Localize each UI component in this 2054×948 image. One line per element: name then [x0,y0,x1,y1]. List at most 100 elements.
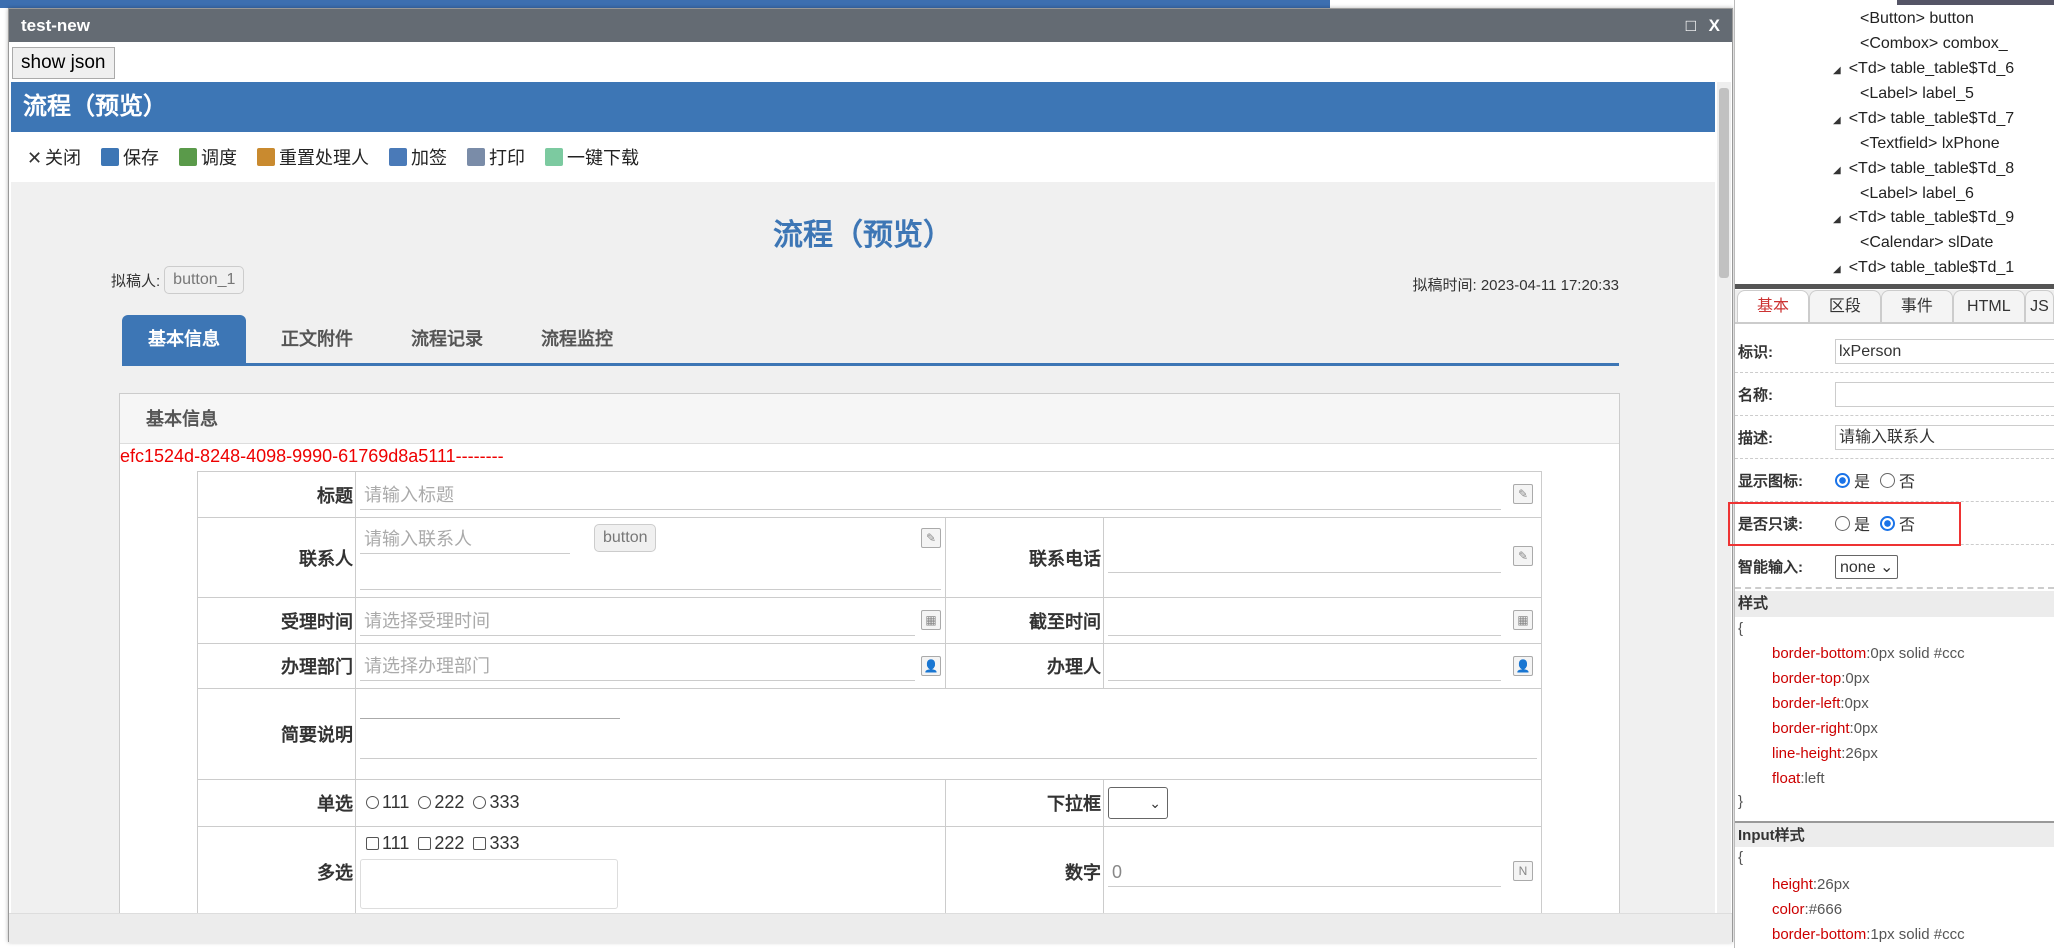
css-property: border-left [1772,695,1841,712]
radio-option[interactable]: 333 [473,792,520,813]
tree-node[interactable]: <Button> button [1860,10,1974,28]
toolbar-button-add-sign[interactable]: 加签 [389,144,447,170]
scrollbar[interactable] [1717,82,1731,913]
expand-triangle-icon[interactable]: ◢ [1833,65,1841,76]
panel-divider[interactable] [1735,284,2054,289]
checkbox-option[interactable]: 111 [366,833,409,854]
dialog-titlebar[interactable]: test-new □ X [9,9,1732,42]
tab-flow-monitor[interactable]: 流程监控 [512,315,642,363]
summary-underline [360,719,1537,759]
checkbox-option-label: 333 [489,833,520,853]
deadline-input[interactable] [1108,606,1501,636]
number-icon[interactable]: N [1513,861,1533,881]
calendar-icon[interactable]: ▦ [1513,610,1533,630]
tab-js[interactable]: JS [2024,290,2054,322]
tree-node[interactable]: <Calendar> slDate [1860,234,1993,252]
tree-node[interactable]: ◢ <Td> table_table$Td_8 [1833,160,2014,178]
edit-icon[interactable]: ✎ [1513,484,1533,504]
checkbox-textarea[interactable] [360,859,618,909]
checkbox[interactable] [473,837,487,850]
contact-input[interactable]: 请输入联系人 [360,524,570,554]
tab-attachments[interactable]: 正文附件 [252,315,382,363]
tree-node-label: <Td> table_table$Td_6 [1848,60,2015,77]
show-icon-no-radio[interactable] [1880,472,1896,488]
tree-node[interactable]: <Combox> combox_ [1860,35,2008,53]
radio-circle[interactable] [418,796,432,809]
prop-name-input[interactable] [1835,381,2054,407]
checkbox-option[interactable]: 222 [418,833,464,854]
accept-time-input[interactable]: 请选择受理时间 [360,606,915,636]
tree-node[interactable]: ◢ <Td> table_table$Td_7 [1833,110,2014,128]
tree-node[interactable]: <Label> label_6 [1860,185,1974,203]
dept-input[interactable]: 请选择办理部门 [360,651,915,681]
toolbar-button-download[interactable]: 一键下载 [545,144,639,170]
tab-flow-record[interactable]: 流程记录 [382,315,512,363]
tree-node[interactable]: <Label> label_5 [1860,85,1974,103]
smart-input-value: none [1840,558,1876,576]
person-icon[interactable]: 👤 [921,656,941,676]
css-value: 26px [1845,745,1878,762]
checkbox-option-label: 111 [382,833,410,853]
prop-id-input[interactable]: lxPerson [1835,338,2054,364]
expand-triangle-icon[interactable]: ◢ [1833,115,1841,126]
close-icon: ✕ [27,148,43,168]
radio-option[interactable]: 222 [418,792,464,813]
css-property: line-height [1772,745,1842,762]
calendar-icon[interactable]: ▦ [921,610,941,630]
tree-node[interactable]: ◢ <Td> table_table$Td_1 [1833,259,2014,277]
show-json-button[interactable]: show json [12,47,115,79]
css-declaration: float:left [1772,770,1825,787]
toolbar-button-close[interactable]: ✕ 关闭 [27,144,81,170]
dropdown-select[interactable]: ⌄ [1108,787,1168,819]
checkbox[interactable] [366,837,379,850]
toolbar-button-print[interactable]: 打印 [467,144,525,170]
tab-html[interactable]: HTML [1952,290,2025,322]
record-uuid: efc1524d-8248-4098-9990-61769d8a5111----… [120,446,504,466]
radio-circle[interactable] [366,796,379,809]
expand-triangle-icon[interactable]: ◢ [1833,264,1841,275]
drafter-button[interactable]: button_1 [164,266,245,294]
radio-label: 是 [1854,474,1871,491]
content-area: 流程（预览） 拟稿人: button_1 拟稿时间: 2023-04-11 17… [11,182,1715,913]
maximize-icon[interactable]: □ [1686,9,1696,42]
contact-input-line[interactable] [360,560,941,590]
toolbar-button-save[interactable]: 保存 [101,144,159,170]
handler-input[interactable] [1108,651,1501,681]
edit-icon[interactable]: ✎ [921,528,941,548]
summary-textarea[interactable] [360,689,620,719]
edit-icon[interactable]: ✎ [1513,546,1533,566]
tree-node[interactable]: ◢ <Td> table_table$Td_6 [1833,60,2014,78]
checkbox[interactable] [418,837,432,850]
tab-section[interactable]: 区段 [1808,290,1881,322]
tree-node[interactable]: ◢ <Td> table_table$Td_9 [1833,209,2014,227]
close-icon[interactable]: X [1709,9,1720,42]
title-input[interactable]: 请输入标题 [360,480,1501,510]
drafter: 拟稿人: button_1 [111,266,245,294]
download-icon [545,148,563,166]
show-icon-yes-radio[interactable] [1835,472,1850,488]
contact-button[interactable]: button [594,524,657,552]
tree-node[interactable]: <Textfield> lxPhone [1860,135,2000,153]
tab-basic-info[interactable]: 基本信息 [122,315,246,363]
tree-node-label: <Button> button [1860,10,1974,27]
property-tabs: 基本 区段 事件 HTML JS [1735,290,2054,324]
tab-basic[interactable]: 基本 [1737,290,1809,322]
expand-triangle-icon[interactable]: ◢ [1833,214,1841,225]
checkbox-option[interactable]: 333 [473,833,520,854]
css-value: 26px [1817,876,1850,893]
tree-node-label: <Label> label_6 [1860,185,1974,202]
tab-bar: 基本信息 正文附件 流程记录 流程监控 [122,315,1619,366]
draft-time-label: 拟稿时间: [1412,277,1477,294]
toolbar-button-reset-handler[interactable]: 重置处理人 [257,144,369,170]
person-icon[interactable]: 👤 [1513,656,1533,676]
phone-input[interactable] [1108,543,1501,573]
smart-input-select[interactable]: none ⌄ [1835,554,1899,579]
radio-option[interactable]: 111 [366,792,409,813]
expand-triangle-icon[interactable]: ◢ [1833,165,1841,176]
number-input[interactable]: 0 [1108,857,1501,887]
tab-events[interactable]: 事件 [1880,290,1953,322]
radio-circle[interactable] [473,796,487,809]
scrollbar-thumb[interactable] [1719,88,1729,278]
prop-desc-input[interactable]: 请输入联系人 [1835,424,2054,450]
toolbar-button-dispatch[interactable]: 调度 [179,144,237,170]
